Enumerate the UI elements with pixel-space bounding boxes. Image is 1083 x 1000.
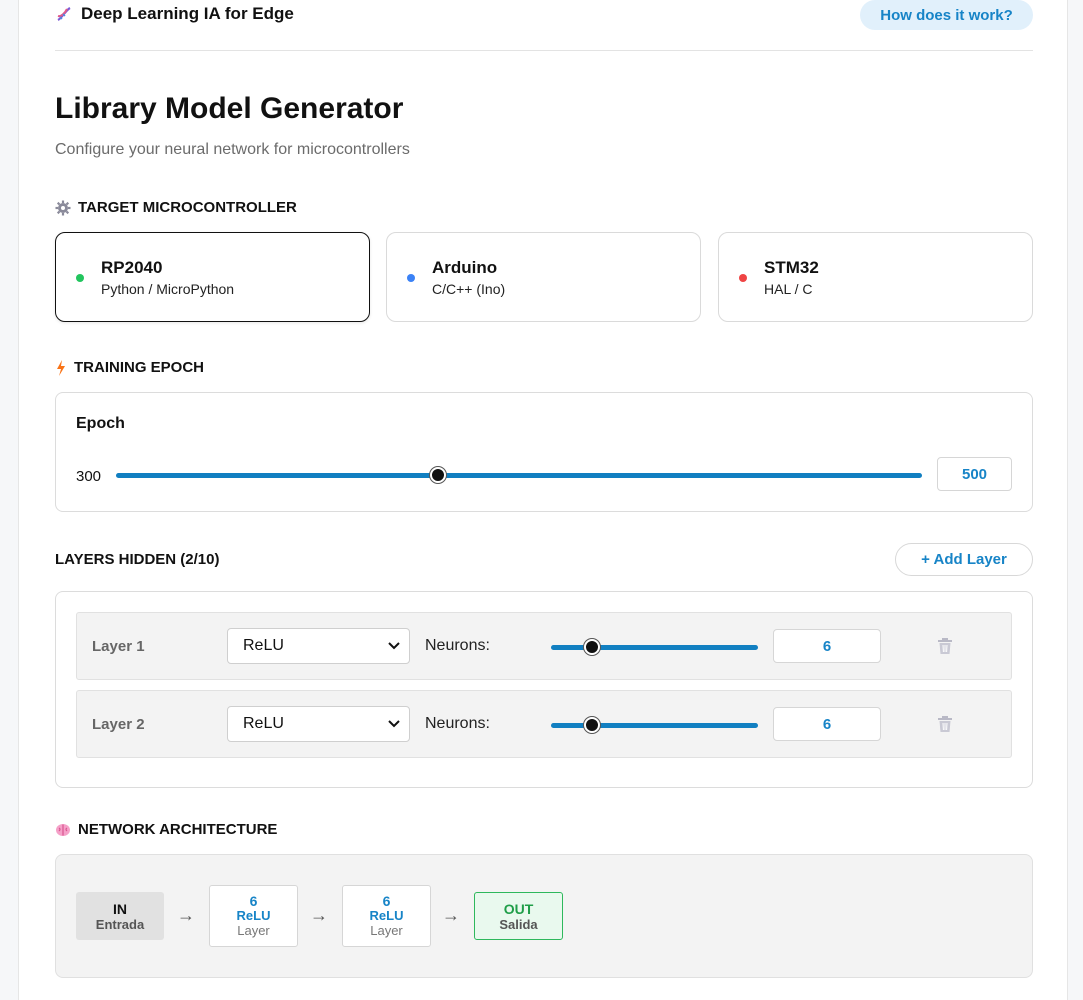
neurons-slider-track[interactable] [551,723,758,728]
arrow-icon: → [310,905,328,926]
training-section-label: TRAINING EPOCH [55,359,204,376]
epoch-label: Epoch [76,415,125,433]
architecture-section-label: NETWORK ARCHITECTURE [55,821,277,838]
trash-icon[interactable] [936,715,954,733]
mcu-name: Arduino [432,258,497,278]
hidden-node-activation: ReLU [370,909,404,923]
input-node: IN Entrada [76,892,164,940]
architecture-section-text: NETWORK ARCHITECTURE [78,821,277,838]
page-subtitle: Configure your neural network for microc… [55,141,410,159]
epoch-slider-thumb[interactable] [430,467,446,483]
training-section-text: TRAINING EPOCH [74,359,204,376]
hidden-node: 6 ReLU Layer [342,885,431,947]
dna-icon [55,5,73,23]
hidden-node-neurons: 6 [383,894,391,909]
hidden-node-activation: ReLU [237,909,271,923]
layer-row: Layer 1 ReLU Neurons: 6 [76,612,1012,680]
how-it-works-button[interactable]: How does it work? [860,0,1033,30]
layer-row: Layer 2 ReLU Neurons: 6 [76,690,1012,758]
output-node-title: OUT [504,901,534,917]
layers-panel: Layer 1 ReLU Neurons: 6 Layer 2 [55,591,1033,788]
layers-section-label: LAYERS HIDDEN (2/10) [55,551,220,568]
status-dot [739,274,747,282]
neurons-slider-thumb[interactable] [584,639,600,655]
epoch-min-value: 300 [76,468,101,485]
page-container: Deep Learning IA for Edge How does it wo… [18,0,1068,1000]
activation-select[interactable]: ReLU [227,628,410,664]
neurons-label: Neurons: [425,715,490,733]
epoch-slider-track[interactable] [116,473,922,478]
neurons-slider-track[interactable] [551,645,758,650]
layers-section-text: LAYERS HIDDEN (2/10) [55,551,220,568]
add-layer-button[interactable]: + Add Layer [895,543,1033,576]
arrow-icon: → [177,905,195,926]
target-section-text: TARGET MICROCONTROLLER [78,199,297,216]
neurons-value-input[interactable]: 6 [773,707,881,741]
activation-select[interactable]: ReLU [227,706,410,742]
mcu-name: RP2040 [101,258,162,278]
hidden-node: 6 ReLU Layer [209,885,298,947]
brand-title: Deep Learning IA for Edge [81,4,294,24]
input-node-title: IN [113,901,127,917]
lightning-icon [55,360,67,376]
status-dot [407,274,415,282]
hidden-node-neurons: 6 [250,894,258,909]
hidden-node-sub: Layer [370,923,403,938]
architecture-diagram: IN Entrada → 6 ReLU Layer → 6 ReLU Layer… [55,854,1033,978]
neurons-slider-thumb[interactable] [584,717,600,733]
neurons-label: Neurons: [425,637,490,655]
mcu-language: HAL / C [764,281,813,297]
mcu-card-stm32[interactable]: STM32 HAL / C [718,232,1033,322]
epoch-panel: Epoch 300 500 [55,392,1033,512]
output-node-sub: Salida [499,917,537,932]
activation-value: ReLU [243,637,284,655]
page-title: Library Model Generator [55,92,403,126]
status-dot [76,274,84,282]
chevron-down-icon [387,638,401,652]
chevron-down-icon [387,716,401,730]
mcu-card-arduino[interactable]: Arduino C/C++ (Ino) [386,232,701,322]
mcu-card-rp2040[interactable]: RP2040 Python / MicroPython [55,232,370,322]
layer-name: Layer 1 [92,638,145,655]
output-node: OUT Salida [474,892,563,940]
trash-icon[interactable] [936,637,954,655]
brand: Deep Learning IA for Edge [55,4,294,24]
mcu-language: C/C++ (Ino) [432,281,505,297]
top-bar: Deep Learning IA for Edge How does it wo… [55,0,1033,51]
input-node-sub: Entrada [96,917,144,932]
hidden-node-sub: Layer [237,923,270,938]
mcu-language: Python / MicroPython [101,281,234,297]
mcu-name: STM32 [764,258,819,278]
neurons-value-input[interactable]: 6 [773,629,881,663]
gear-icon [55,200,71,216]
layer-name: Layer 2 [92,716,145,733]
target-section-label: TARGET MICROCONTROLLER [55,199,297,216]
brain-icon [55,822,71,838]
activation-value: ReLU [243,715,284,733]
arrow-icon: → [442,905,460,926]
epoch-value-input[interactable]: 500 [937,457,1012,491]
